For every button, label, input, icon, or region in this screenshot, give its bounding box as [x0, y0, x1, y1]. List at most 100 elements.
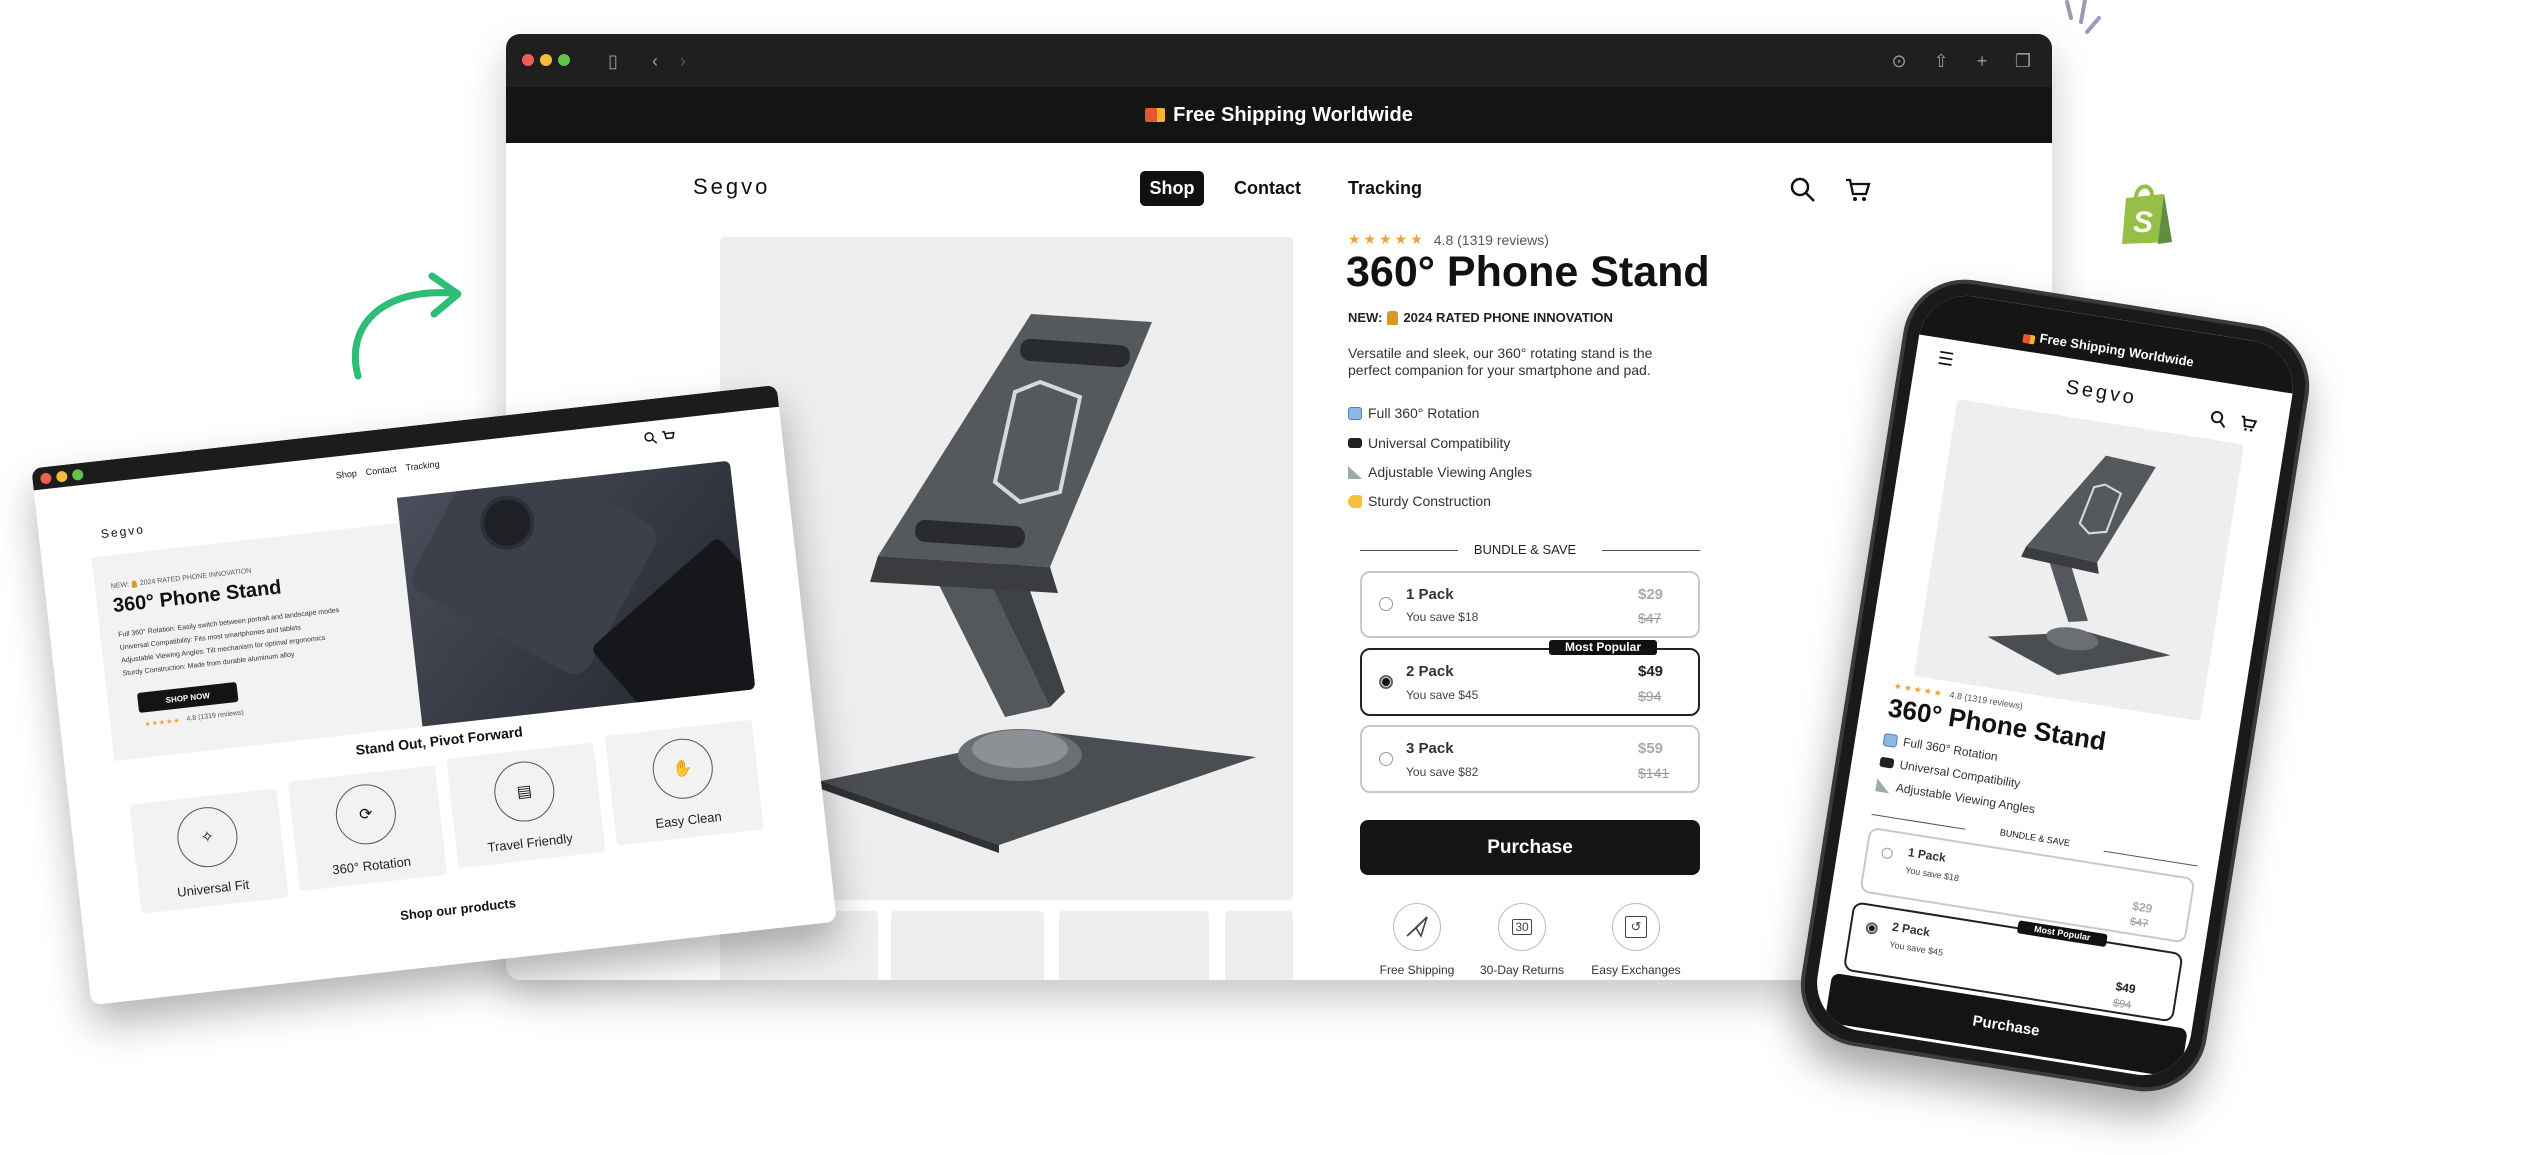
option-price: $49	[2114, 979, 2137, 997]
rotation-emoji-icon	[1348, 406, 1362, 420]
download-icon[interactable]: ⊙	[1888, 50, 1910, 72]
product-main-image[interactable]	[1913, 399, 2245, 722]
badge-prefix: NEW:	[1348, 310, 1383, 325]
product-thumbnail[interactable]	[1225, 911, 1293, 980]
search-icon[interactable]	[643, 431, 658, 446]
cleaning-hand-icon: ✋	[649, 735, 716, 802]
feature-item: Adjustable Viewing Angles	[1348, 464, 1532, 480]
forward-chevron-icon[interactable]: ›	[672, 50, 694, 72]
card-label: Travel Friendly	[486, 829, 574, 855]
option-compare-price: $141	[1638, 765, 1670, 781]
option-name: 1 Pack	[1406, 586, 1454, 603]
trophy-icon	[131, 580, 138, 588]
cart-icon[interactable]	[2238, 414, 2259, 435]
rating-text: 4.8 (1319 reviews)	[186, 709, 245, 723]
option-price: $29	[1638, 586, 1664, 603]
bundle-option-1-pack[interactable]: 1 Pack You save $18 $29 $47	[1360, 571, 1700, 638]
close-window-button[interactable]	[39, 472, 53, 485]
most-popular-badge: Most Popular	[1549, 640, 1657, 655]
option-savings: You save $18	[1406, 610, 1479, 624]
feature-card: ⟳ 360° Rotation	[287, 765, 448, 892]
option-name: 1 Pack	[1907, 845, 1947, 865]
feature-label: Adjustable Viewing Angles	[1368, 464, 1532, 480]
option-compare-price: $94	[2112, 997, 2133, 1012]
product-title: 360° Phone Stand	[1346, 248, 1710, 296]
bundle-option-3-pack[interactable]: 3 Pack You save $82 $59 $141	[1360, 725, 1700, 793]
hero-panel: NEW: 2024 RATED PHONE INNOVATION 360° Ph…	[91, 522, 423, 762]
store-logo[interactable]: Segvo	[100, 522, 145, 541]
badge-text: 2024 RATED PHONE INNOVATION	[1403, 310, 1613, 325]
divider	[1360, 550, 1458, 551]
rating-row: ★★★★★ 4.8 (1319 reviews)	[144, 709, 244, 728]
green-arrow-icon	[351, 272, 462, 380]
minimize-window-button[interactable]	[55, 470, 68, 483]
maximize-window-button[interactable]	[558, 54, 570, 66]
rating-row: ★★★★★ 4.8 (1319 reviews)	[1348, 231, 1549, 248]
svg-text:S: S	[2133, 206, 2153, 239]
nav-tracking[interactable]: Tracking	[405, 459, 440, 473]
card-label: Universal Fit	[176, 876, 250, 900]
radio-button[interactable]	[1880, 847, 1894, 860]
sidebar-toggle-icon[interactable]: ▯	[602, 50, 624, 72]
divider	[1602, 550, 1700, 551]
shopify-logo-icon: S	[2122, 184, 2172, 244]
browser-titlebar: ▯ ‹ › ⊙ ⇧ + ❐	[506, 34, 2052, 87]
nav-shop[interactable]: Shop	[1140, 171, 1204, 206]
monitor-emoji-icon	[1879, 756, 1895, 769]
cart-icon[interactable]	[1844, 176, 1872, 204]
radio-button-selected[interactable]	[1864, 921, 1879, 936]
flexed-biceps-emoji-icon	[1348, 494, 1362, 508]
back-chevron-icon[interactable]: ‹	[644, 50, 666, 72]
radio-button[interactable]	[1379, 752, 1393, 766]
option-compare-price: $94	[1638, 688, 1662, 704]
description-line: Versatile and sleek, our 360° rotating s…	[1348, 345, 1653, 361]
purchase-button[interactable]: Purchase	[1360, 820, 1700, 875]
search-icon[interactable]	[2208, 409, 2229, 430]
shop-now-button[interactable]: SHOP NOW	[136, 681, 239, 713]
rating-text[interactable]: 4.8 (1319 reviews)	[1434, 232, 1549, 248]
option-price: $59	[1638, 740, 1664, 757]
delivery-truck-icon	[1145, 108, 1166, 122]
close-window-button[interactable]	[522, 54, 534, 66]
bundle-title: BUNDLE & SAVE	[1473, 542, 1577, 557]
maximize-window-button[interactable]	[71, 468, 84, 481]
nav-contact[interactable]: Contact	[365, 464, 397, 477]
cart-icon[interactable]	[661, 428, 676, 443]
calendar-number: 30	[1512, 919, 1532, 935]
card-label: 360° Rotation	[331, 853, 412, 877]
backpack-icon: ▤	[491, 757, 558, 825]
product-thumbnail[interactable]	[891, 911, 1044, 980]
feature-label: Universal Compatibility	[1368, 435, 1511, 451]
share-icon[interactable]: ⇧	[1930, 50, 1952, 72]
nav-contact[interactable]: Contact	[1234, 178, 1301, 199]
feature-item: Full 360° Rotation	[1348, 405, 1479, 421]
feature-item: Sturdy Construction	[1348, 493, 1491, 509]
rotation-arrows-icon: ⟳	[332, 780, 399, 847]
option-savings: You save $18	[1904, 864, 1960, 884]
option-compare-price: $47	[1638, 610, 1662, 626]
search-icon[interactable]	[1789, 176, 1817, 204]
description-line: perfect companion for your smartphone an…	[1348, 362, 1651, 378]
feature-card: ✋ Easy Clean	[604, 719, 764, 846]
nav-shop[interactable]: Shop	[335, 468, 357, 480]
radio-button-selected[interactable]	[1379, 675, 1393, 689]
feature-label: Full 360° Rotation	[1368, 405, 1480, 421]
nav-tracking[interactable]: Tracking	[1348, 178, 1422, 199]
star-rating-icon: ★★★★★	[1348, 231, 1426, 247]
announcement-text: Free Shipping Worldwide	[1173, 103, 1413, 126]
triangle-ruler-emoji-icon	[1875, 777, 1892, 793]
new-tab-icon[interactable]: +	[1971, 50, 1993, 72]
minimize-window-button[interactable]	[540, 54, 552, 66]
product-thumbnail[interactable]	[1059, 911, 1209, 980]
feature-label: Sturdy Construction	[1368, 493, 1491, 509]
delivery-truck-icon	[2021, 333, 2036, 345]
option-name: 2 Pack	[1891, 919, 1931, 940]
triangle-ruler-emoji-icon	[1348, 465, 1362, 479]
option-name: 3 Pack	[1406, 740, 1454, 757]
store-logo[interactable]: Segvo	[693, 174, 770, 200]
trophy-icon	[1387, 310, 1399, 325]
bundle-option-2-pack[interactable]: 2 Pack You save $45 $49 $94	[1360, 648, 1700, 716]
radio-button[interactable]	[1379, 597, 1393, 611]
product-description: Versatile and sleek, our 360° rotating s…	[1348, 345, 1652, 379]
tab-overview-icon[interactable]: ❐	[2012, 50, 2034, 72]
